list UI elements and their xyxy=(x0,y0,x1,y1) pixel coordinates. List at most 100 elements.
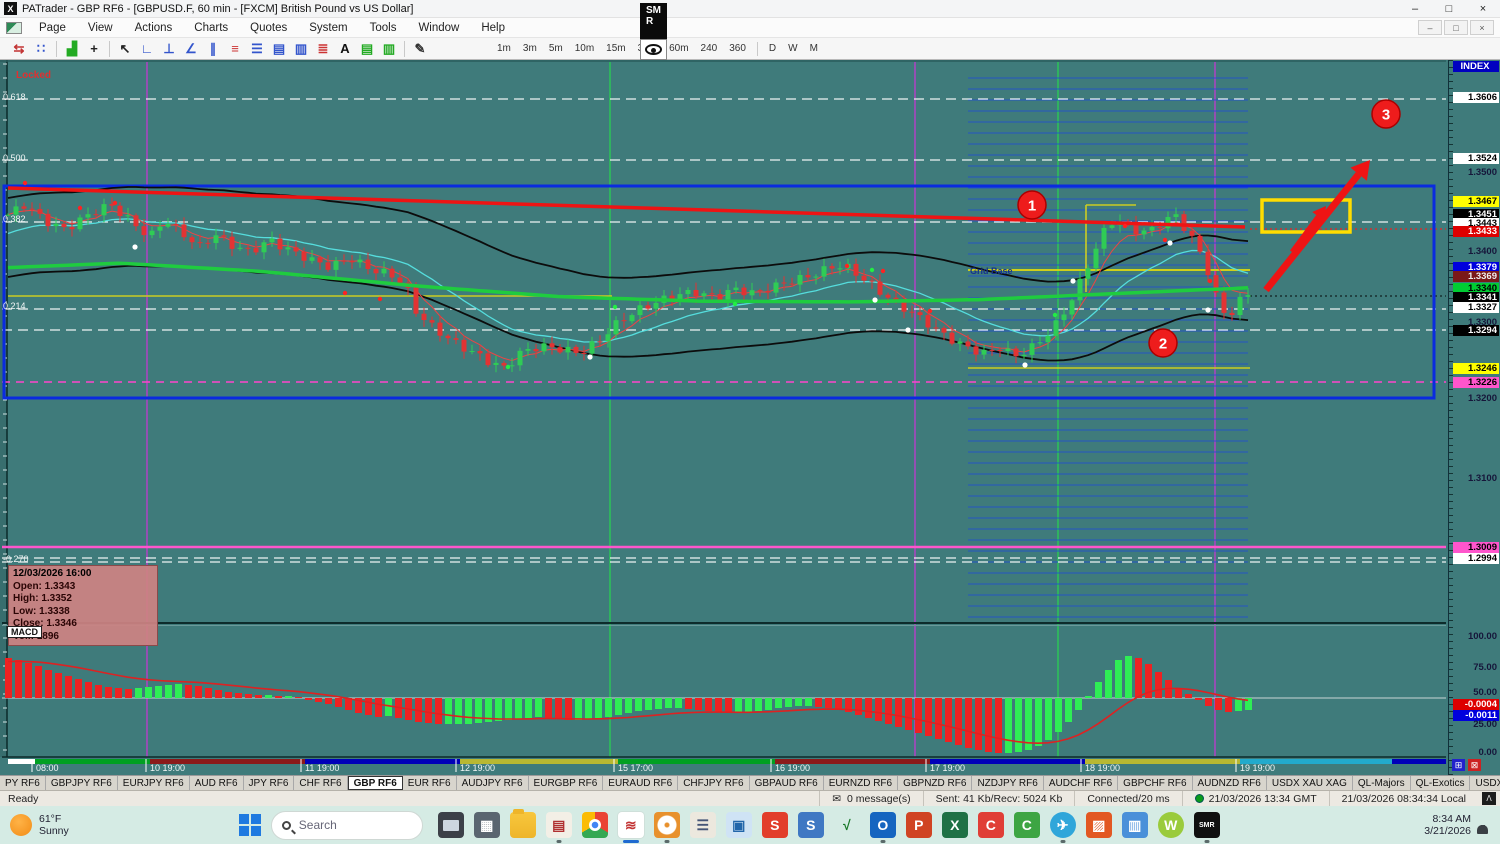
timeframe-15m[interactable]: 15m xyxy=(600,41,631,56)
taskbar-icon-camtasia-red-app[interactable]: C xyxy=(978,812,1004,838)
fibext-tool-icon[interactable]: ▤ xyxy=(357,40,377,58)
page-set-icon[interactable]: ∷ xyxy=(31,40,51,58)
taskbar-icon-widgets-monitor[interactable] xyxy=(438,812,464,838)
maximize-button[interactable]: □ xyxy=(1432,0,1466,17)
tab-eurnzd-rf6[interactable]: EURNZD RF6 xyxy=(824,776,898,790)
trendline-tool-icon[interactable]: ∠ xyxy=(181,40,201,58)
tab-chf-rf6[interactable]: CHF RF6 xyxy=(294,776,347,790)
taskbar-icon-camtasia-green-app[interactable]: C xyxy=(1014,812,1040,838)
tab-audchf-rf6[interactable]: AUDCHF RF6 xyxy=(1044,776,1118,790)
child-close-button[interactable]: × xyxy=(1470,20,1494,35)
child-restore-button[interactable]: □ xyxy=(1444,20,1468,35)
tab-usdx-xau-xag[interactable]: USDX XAU XAG xyxy=(1267,776,1353,790)
tab-gbp-rf6[interactable]: GBP RF6 xyxy=(348,776,403,790)
tab-audjpy-rf6[interactable]: AUDJPY RF6 xyxy=(457,776,529,790)
tab-gbpjpy-rf6[interactable]: GBPJPY RF6 xyxy=(46,776,118,790)
fibtime-tool-icon[interactable]: ▥ xyxy=(379,40,399,58)
tab-ql-exotics[interactable]: QL-Exotics xyxy=(1411,776,1471,790)
timeframe-10m[interactable]: 10m xyxy=(569,41,600,56)
grid-tool-icon[interactable]: ▤ xyxy=(269,40,289,58)
menu-item-system[interactable]: System xyxy=(298,20,358,36)
timeframe-60m[interactable]: 60m xyxy=(663,41,694,56)
parallel-tool-icon[interactable]: ∥ xyxy=(203,40,223,58)
pointer-tool-icon[interactable]: ↖ xyxy=(115,40,135,58)
taskbar-icon-telegram-app[interactable]: ✈ xyxy=(1050,812,1076,838)
menu-item-charts[interactable]: Charts xyxy=(183,20,239,36)
taskbar-icon-outlook-app[interactable]: O xyxy=(870,812,896,838)
tab-jpy-rf6[interactable]: JPY RF6 xyxy=(244,776,295,790)
fib-tool-icon[interactable]: ≡ xyxy=(225,40,245,58)
menu-item-help[interactable]: Help xyxy=(470,20,516,36)
taskbar-search[interactable]: Search xyxy=(271,811,423,840)
status-messages[interactable]: ✉ 0 message(s) xyxy=(819,791,922,806)
timeframe-240[interactable]: 240 xyxy=(695,41,724,56)
tab-eurgbp-rf6[interactable]: EURGBP RF6 xyxy=(529,776,604,790)
tab-usdx-rf[interactable]: USDX RF xyxy=(1470,776,1500,790)
tab-gbpchf-rf6[interactable]: GBPCHF RF6 xyxy=(1118,776,1192,790)
child-minimize-button[interactable]: – xyxy=(1418,20,1442,35)
weather-widget[interactable]: 61°F Sunny xyxy=(10,813,69,837)
pattern-tool-icon[interactable]: ▥ xyxy=(291,40,311,58)
timeframe-1m[interactable]: 1m xyxy=(491,41,517,56)
tab-audnzd-rf6[interactable]: AUDNZD RF6 xyxy=(1193,776,1267,790)
notification-bell-icon[interactable] xyxy=(1477,816,1488,834)
axis-button-1[interactable]: ⊠ xyxy=(1468,759,1481,771)
timeframe-5m[interactable]: 5m xyxy=(543,41,569,56)
taskbar-icon-skype-app[interactable]: S xyxy=(798,812,824,838)
taskbar-icon-chrome[interactable] xyxy=(582,812,608,838)
taskbar-icon-w-app[interactable]: W xyxy=(1158,812,1184,838)
menu-item-quotes[interactable]: Quotes xyxy=(239,20,298,36)
taskbar-icon-display-app[interactable]: ▣ xyxy=(726,812,752,838)
taskbar-icon-check-app[interactable]: √ xyxy=(834,812,860,838)
menu-item-view[interactable]: View xyxy=(77,20,124,36)
vertical-tool-icon[interactable]: ⊥ xyxy=(159,40,179,58)
tab-gbpnzd-rf6[interactable]: GBPNZD RF6 xyxy=(898,776,972,790)
period-w[interactable]: W xyxy=(782,41,803,56)
axis-button-0[interactable]: ⊞ xyxy=(1452,759,1465,771)
tab-ql-majors[interactable]: QL-Majors xyxy=(1353,776,1411,790)
minimize-button[interactable]: – xyxy=(1398,0,1432,17)
price-scale[interactable]: INDEX1.36061.35241.35001.34671.34511.344… xyxy=(1448,60,1500,775)
taskbar-icon-media-app[interactable]: ▨ xyxy=(1086,812,1112,838)
tab-gbpaud-rf6[interactable]: GBPAUD RF6 xyxy=(750,776,824,790)
levels-tool-icon[interactable]: ☰ xyxy=(247,40,267,58)
chart-style-icon[interactable]: ▟ xyxy=(62,40,82,58)
chart-canvas[interactable]: 08:0010 19:0011 19:0012 19:0015 17:0016 … xyxy=(0,60,1448,775)
windows-start-button[interactable] xyxy=(239,814,261,836)
taskbar-icon-reader-app[interactable]: ▤ xyxy=(546,812,572,838)
menu-item-page[interactable]: Page xyxy=(28,20,77,36)
taskbar-icon-excel-app[interactable]: X xyxy=(942,812,968,838)
taskbar-icon-patrader-chart[interactable]: ≋ xyxy=(618,812,644,838)
timeframe-3m[interactable]: 3m xyxy=(517,41,543,56)
price-chart[interactable]: 08:0010 19:0011 19:0012 19:0015 17:0016 … xyxy=(0,60,1448,775)
angle-tool-icon[interactable]: ∟ xyxy=(137,40,157,58)
tab-py-rf6[interactable]: PY RF6 xyxy=(0,776,46,790)
menu-item-actions[interactable]: Actions xyxy=(124,20,184,36)
close-button[interactable]: × xyxy=(1466,0,1500,17)
hline-tool-icon[interactable]: ≣ xyxy=(313,40,333,58)
taskbar-icon-file-explorer[interactable] xyxy=(510,812,536,838)
taskbar-icon-smr-app[interactable]: SMR xyxy=(1194,812,1220,838)
taskbar-icon-toolbox-app[interactable]: ▥ xyxy=(1122,812,1148,838)
timeframe-360[interactable]: 360 xyxy=(723,41,752,56)
text-tool-icon[interactable]: A xyxy=(335,40,355,58)
page-layout-icon[interactable] xyxy=(6,22,22,34)
taskbar-icon-sublime-app[interactable]: S xyxy=(762,812,788,838)
taskbar-icon-notes-app[interactable]: ☰ xyxy=(690,812,716,838)
eye-icon[interactable] xyxy=(645,44,662,55)
menu-item-tools[interactable]: Tools xyxy=(359,20,408,36)
tab-eurjpy-rf6[interactable]: EURJPY RF6 xyxy=(118,776,190,790)
tab-aud-rf6[interactable]: AUD RF6 xyxy=(190,776,244,790)
crosshair-icon[interactable]: + xyxy=(84,40,104,58)
taskbar-icon-powerpoint-app[interactable]: P xyxy=(906,812,932,838)
period-m[interactable]: M xyxy=(804,41,824,56)
menu-item-window[interactable]: Window xyxy=(407,20,470,36)
tab-chfjpy-rf6[interactable]: CHFJPY RF6 xyxy=(678,776,749,790)
taskbar-clock[interactable]: 8:34 AM 3/21/2026 xyxy=(1424,813,1471,837)
tab-nzdjpy-rf6[interactable]: NZDJPY RF6 xyxy=(972,776,1043,790)
pen-tool-icon[interactable]: ✎ xyxy=(410,40,430,58)
tab-eur-rf6[interactable]: EUR RF6 xyxy=(403,776,457,790)
taskbar-icon-calculator[interactable]: ▦ xyxy=(474,812,500,838)
link-windows-icon[interactable]: ⇆ xyxy=(9,40,29,58)
period-d[interactable]: D xyxy=(763,41,782,56)
